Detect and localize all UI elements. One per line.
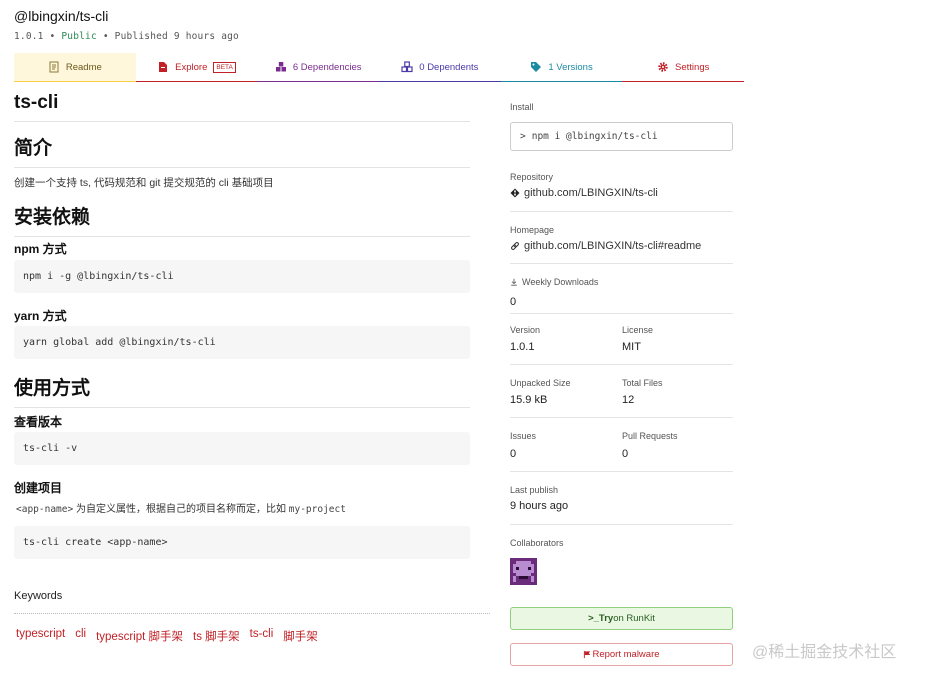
code-block-npm[interactable]: npm i -g @lbingxin/ts-cli <box>14 260 470 293</box>
link-icon <box>511 242 519 250</box>
package-meta: 1.0.1 • Public • Published 9 hours ago <box>14 31 239 42</box>
heading-usage: 使用方式 <box>14 373 470 408</box>
tab-versions-label: 1 Versions <box>548 61 593 73</box>
git-icon <box>510 188 520 198</box>
tab-dependencies[interactable]: 6 Dependencies <box>257 53 380 82</box>
repository-link[interactable]: github.com/LBINGXIN/ts-cli <box>510 187 733 199</box>
last-publish-value: 9 hours ago <box>510 500 569 512</box>
cubes-icon <box>275 62 286 72</box>
pull-requests-label: Pull Requests <box>622 431 678 441</box>
meta-separator: • <box>49 31 56 42</box>
install-command-box[interactable]: > npm i @lbingxin/ts-cli <box>510 122 733 151</box>
create-desc-text: 为自定义属性，根据自己的项目名称而定，比如 <box>73 504 289 515</box>
document-icon <box>49 61 59 73</box>
divider <box>510 471 733 472</box>
code-npm-text: npm i -g @lbingxin/ts-cli <box>23 271 174 282</box>
keyword-list: typescript cli typescript 脚手架 ts 脚手架 ts-… <box>16 628 318 644</box>
runkit-label: on RunKit <box>613 613 655 624</box>
collaborators-label: Collaborators <box>510 538 564 548</box>
repository-label: Repository <box>510 172 554 182</box>
readme-title: ts-cli <box>14 92 470 122</box>
try-runkit-button[interactable]: >_ Try on RunKit <box>510 607 733 630</box>
create-description: <app-name> 为自定义属性，根据自己的项目名称而定，比如 my-proj… <box>16 500 346 515</box>
package-tabs: Readme Explore BETA 6 Dependencies 0 Dep… <box>14 53 745 82</box>
keywords-title: Keywords <box>14 590 63 602</box>
flag-icon <box>584 650 591 659</box>
keyword-link[interactable]: ts 脚手架 <box>193 628 240 644</box>
gear-icon <box>658 62 668 72</box>
file-icon <box>159 62 168 72</box>
runkit-prefix: >_ <box>588 613 599 624</box>
tab-readme-label: Readme <box>65 61 102 73</box>
code-block-create[interactable]: ts-cli create <app-name> <box>14 526 470 559</box>
weekly-downloads-text: Weekly Downloads <box>522 277 599 287</box>
divider <box>510 417 733 418</box>
total-files-label: Total Files <box>622 378 663 388</box>
intro-text: 创建一个支持 ts, 代码规范和 git 提交规范的 cli 基础项目 <box>14 177 274 189</box>
keyword-link[interactable]: cli <box>75 628 86 644</box>
keyword-link[interactable]: typescript 脚手架 <box>96 628 183 644</box>
divider <box>510 524 733 525</box>
tab-dependents[interactable]: 0 Dependents <box>379 53 501 82</box>
divider <box>510 364 733 365</box>
divider <box>510 211 733 212</box>
code-block-version[interactable]: ts-cli -v <box>14 432 470 465</box>
download-icon <box>511 278 517 286</box>
beta-badge: BETA <box>213 61 236 73</box>
tab-explore[interactable]: Explore BETA <box>135 53 258 82</box>
report-malware-label: Report malware <box>592 649 660 660</box>
pull-requests-value[interactable]: 0 <box>622 448 628 460</box>
last-publish-label: Last publish <box>510 485 559 495</box>
install-command: npm i @lbingxin/ts-cli <box>531 131 658 142</box>
divider <box>510 263 733 264</box>
keyword-link[interactable]: ts-cli <box>250 628 274 644</box>
keyword-link[interactable]: typescript <box>16 628 65 644</box>
avatar-icon <box>513 561 534 582</box>
inline-code-example: my-project <box>288 504 346 515</box>
heading-check-version: 查看版本 <box>14 415 63 429</box>
code-yarn-text: yarn global add @lbingxin/ts-cli <box>23 337 216 348</box>
weekly-downloads-value: 0 <box>510 296 517 308</box>
install-label: Install <box>510 102 534 112</box>
visibility-label: Public <box>61 31 97 42</box>
report-malware-button[interactable]: Report malware <box>510 643 733 666</box>
runkit-try: Try <box>598 613 614 624</box>
tab-settings[interactable]: Settings <box>622 53 745 82</box>
package-version: 1.0.1 <box>14 31 44 42</box>
package-title: @lbingxin/ts-cli <box>14 8 109 24</box>
tab-settings-label: Settings <box>675 61 710 73</box>
tab-dependents-label: 0 Dependents <box>419 61 479 73</box>
weekly-downloads-label: Weekly Downloads <box>510 277 733 287</box>
watermark: @稀土掘金技术社区 <box>752 644 897 661</box>
keyword-link[interactable]: 脚手架 <box>283 628 318 644</box>
tab-explore-label: Explore <box>175 61 208 73</box>
heading-yarn: yarn 方式 <box>14 309 67 323</box>
heading-npm: npm 方式 <box>14 242 67 256</box>
tab-dependencies-label: 6 Dependencies <box>292 61 362 73</box>
heading-install: 安装依赖 <box>14 202 470 237</box>
heading-create: 创建项目 <box>14 481 63 495</box>
cubes-icon <box>401 61 413 73</box>
code-create-text: ts-cli create <app-name> <box>23 537 168 548</box>
divider <box>510 313 733 314</box>
homepage-link[interactable]: github.com/LBINGXIN/ts-cli#readme <box>510 240 733 252</box>
license-label: License <box>622 325 654 335</box>
prompt-icon: > <box>520 131 526 142</box>
code-version-text: ts-cli -v <box>23 443 78 454</box>
published-time: Published 9 hours ago <box>114 31 239 42</box>
homepage-url: github.com/LBINGXIN/ts-cli#readme <box>524 240 702 252</box>
repository-url: github.com/LBINGXIN/ts-cli <box>524 187 658 199</box>
tag-icon <box>531 62 542 72</box>
license-value: MIT <box>622 341 641 353</box>
total-files-value: 12 <box>622 394 635 406</box>
inline-code-app-name: <app-name> <box>16 504 74 515</box>
heading-intro: 简介 <box>14 133 470 168</box>
collaborator-avatar[interactable] <box>510 558 537 585</box>
divider <box>14 613 490 614</box>
meta-separator: • <box>102 31 109 42</box>
tab-versions[interactable]: 1 Versions <box>500 53 623 82</box>
tab-readme[interactable]: Readme <box>14 53 136 82</box>
homepage-label: Homepage <box>510 225 555 235</box>
code-block-yarn[interactable]: yarn global add @lbingxin/ts-cli <box>14 326 470 359</box>
